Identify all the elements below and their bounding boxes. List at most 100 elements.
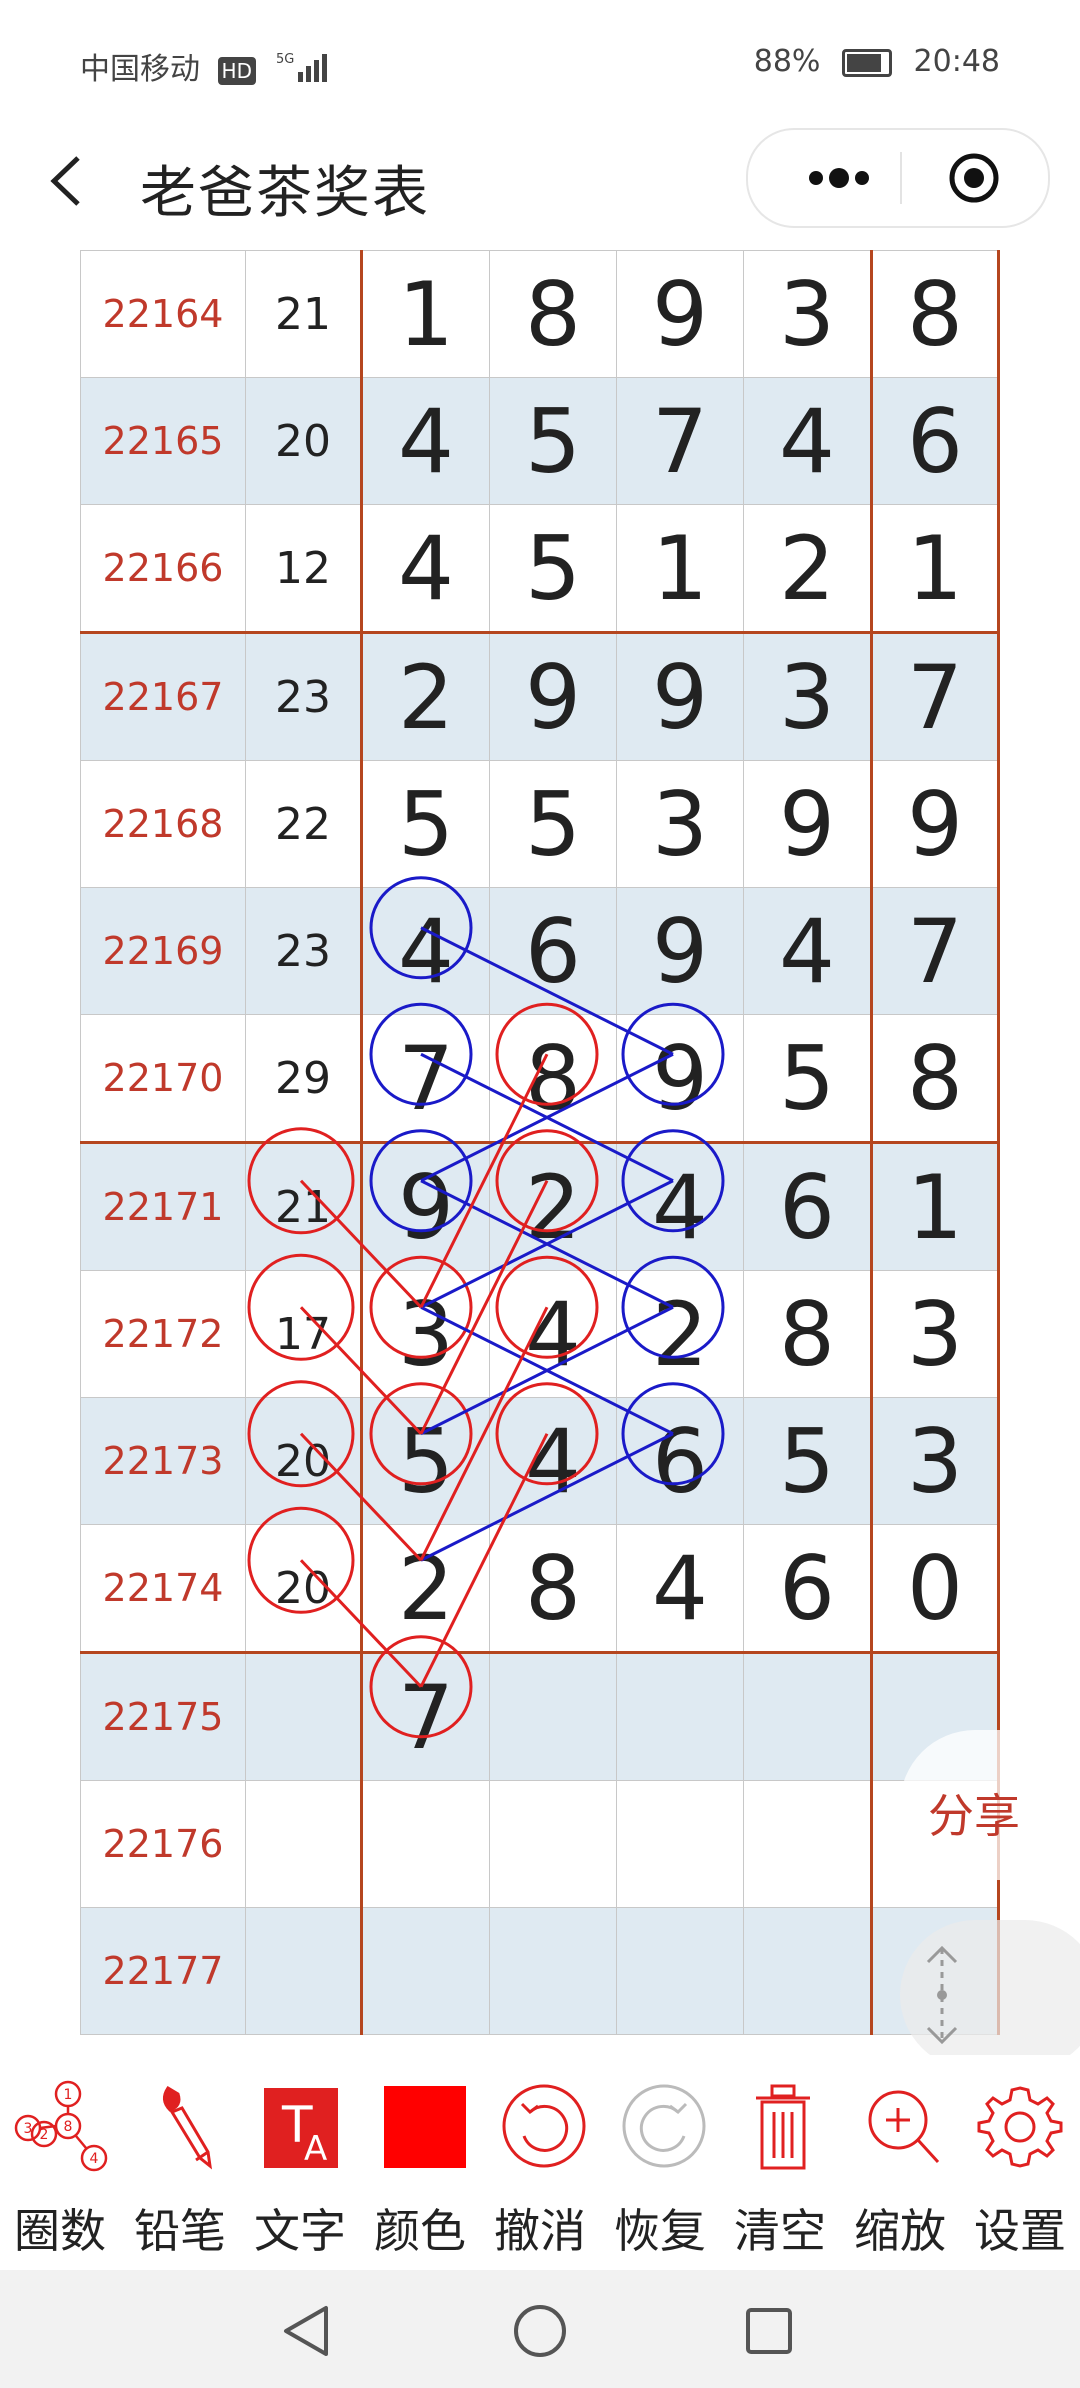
digit-cell[interactable] [616, 1780, 744, 1908]
digit-cell[interactable]: 7 [616, 377, 744, 505]
tool-text[interactable]: T A 文字 [240, 2055, 360, 2270]
sum-cell[interactable]: 20 [245, 1524, 363, 1653]
table-row[interactable]: 22174 20 2 8 4 6 0 [80, 1524, 1000, 1653]
digit-cell[interactable]: 8 [489, 1524, 617, 1653]
sum-cell[interactable]: 20 [245, 1397, 363, 1525]
digit-cell[interactable] [743, 1651, 873, 1781]
period-cell[interactable]: 22164 [80, 250, 246, 378]
digit-cell[interactable]: 9 [489, 631, 617, 761]
table-row[interactable]: 22173 20 5 4 6 5 3 [80, 1397, 1000, 1525]
digit-cell[interactable]: 2 [361, 1524, 490, 1653]
tool-zoom[interactable]: 缩放 [840, 2055, 960, 2270]
table-row[interactable]: 22175 7 [80, 1651, 1000, 1781]
digit-cell[interactable]: 5 [361, 760, 490, 888]
digit-cell[interactable]: 9 [616, 631, 744, 761]
tool-color[interactable]: 颜色 [360, 2055, 480, 2270]
sum-cell[interactable]: 12 [245, 504, 363, 633]
digit-cell[interactable]: 8 [871, 250, 1000, 378]
digit-cell[interactable]: 1 [616, 504, 744, 633]
period-cell[interactable]: 22170 [80, 1014, 246, 1143]
digit-cell[interactable]: 4 [616, 1524, 744, 1653]
digit-cell[interactable]: 4 [489, 1397, 617, 1525]
period-cell[interactable]: 22172 [80, 1270, 246, 1398]
digit-cell[interactable]: 6 [489, 887, 617, 1015]
period-cell[interactable]: 22177 [80, 1907, 246, 2035]
digit-cell[interactable]: 4 [361, 377, 490, 505]
digit-cell[interactable]: 3 [361, 1270, 490, 1398]
digit-cell[interactable] [361, 1780, 490, 1908]
nav-home-button[interactable] [505, 2296, 575, 2366]
digit-cell[interactable]: 6 [743, 1524, 873, 1653]
digit-cell[interactable]: 4 [743, 887, 873, 1015]
digit-cell[interactable]: 5 [743, 1014, 873, 1143]
tool-undo[interactable]: 撤消 [480, 2055, 600, 2270]
digit-cell[interactable]: 5 [743, 1397, 873, 1525]
share-button[interactable]: 分享 [900, 1730, 1080, 1880]
digit-cell[interactable]: 6 [743, 1141, 873, 1271]
digit-cell[interactable]: 9 [743, 760, 873, 888]
scroll-toggle-button[interactable] [900, 1920, 1080, 2070]
digit-cell[interactable]: 4 [616, 1141, 744, 1271]
digit-cell[interactable]: 2 [616, 1270, 744, 1398]
digit-cell[interactable] [489, 1780, 617, 1908]
table-row[interactable]: 22170 29 7 8 9 5 8 [80, 1014, 1000, 1143]
digit-cell[interactable]: 9 [616, 887, 744, 1015]
digit-cell[interactable]: 9 [616, 1014, 744, 1143]
digit-cell[interactable]: 9 [616, 250, 744, 378]
digit-cell[interactable]: 9 [361, 1141, 490, 1271]
table-row[interactable]: 22165 20 4 5 7 4 6 [80, 377, 1000, 505]
digit-cell[interactable] [743, 1907, 873, 2035]
digit-cell[interactable]: 3 [743, 250, 873, 378]
sum-cell[interactable] [245, 1651, 363, 1781]
sum-cell[interactable]: 21 [245, 250, 363, 378]
period-cell[interactable]: 22174 [80, 1524, 246, 1653]
table-row[interactable]: 22169 23 4 6 9 4 7 [80, 887, 1000, 1015]
digit-cell[interactable]: 3 [871, 1270, 1000, 1398]
sum-cell[interactable] [245, 1907, 363, 2035]
period-cell[interactable]: 22165 [80, 377, 246, 505]
digit-cell[interactable]: 3 [743, 631, 873, 761]
digit-cell[interactable]: 4 [743, 377, 873, 505]
digit-cell[interactable]: 7 [871, 631, 1000, 761]
close-miniprogram-button[interactable] [948, 152, 1000, 204]
back-button[interactable] [46, 146, 86, 216]
digit-cell[interactable]: 5 [489, 760, 617, 888]
digit-cell[interactable]: 5 [361, 1397, 490, 1525]
period-cell[interactable]: 22171 [80, 1141, 246, 1271]
nav-recents-button[interactable] [734, 2296, 804, 2366]
digit-cell[interactable]: 4 [361, 887, 490, 1015]
digit-cell[interactable]: 8 [489, 1014, 617, 1143]
tool-clear[interactable]: 清空 [720, 2055, 840, 2270]
more-button[interactable] [794, 130, 884, 226]
sum-cell[interactable]: 20 [245, 377, 363, 505]
digit-cell[interactable]: 5 [489, 504, 617, 633]
digit-cell[interactable] [489, 1907, 617, 2035]
digit-cell[interactable]: 0 [871, 1524, 1000, 1653]
digit-cell[interactable]: 8 [743, 1270, 873, 1398]
digit-cell[interactable]: 2 [743, 504, 873, 633]
sum-cell[interactable]: 23 [245, 887, 363, 1015]
digit-cell[interactable]: 8 [871, 1014, 1000, 1143]
digit-cell[interactable]: 2 [361, 631, 490, 761]
period-cell[interactable]: 22169 [80, 887, 246, 1015]
nav-back-button[interactable] [272, 2296, 342, 2366]
digit-cell[interactable] [616, 1651, 744, 1781]
digit-cell[interactable]: 3 [871, 1397, 1000, 1525]
digit-cell[interactable]: 6 [871, 377, 1000, 505]
table-row[interactable]: 22172 17 3 4 2 8 3 [80, 1270, 1000, 1398]
digit-cell[interactable]: 5 [489, 377, 617, 505]
digit-cell[interactable]: 6 [616, 1397, 744, 1525]
digit-cell[interactable] [489, 1651, 617, 1781]
table-row[interactable]: 22166 12 4 5 1 2 1 [80, 504, 1000, 633]
digit-cell[interactable]: 7 [361, 1651, 490, 1781]
period-cell[interactable]: 22167 [80, 631, 246, 761]
digit-cell[interactable]: 7 [361, 1014, 490, 1143]
digit-cell[interactable]: 8 [489, 250, 617, 378]
table-row[interactable]: 22164 21 1 8 9 3 8 [80, 250, 1000, 378]
table-row[interactable]: 22177 [80, 1907, 1000, 2035]
digit-cell[interactable]: 1 [871, 1141, 1000, 1271]
digit-cell[interactable]: 4 [489, 1270, 617, 1398]
digit-cell[interactable]: 3 [616, 760, 744, 888]
tool-redo[interactable]: 恢复 [600, 2055, 720, 2270]
period-cell[interactable]: 22168 [80, 760, 246, 888]
